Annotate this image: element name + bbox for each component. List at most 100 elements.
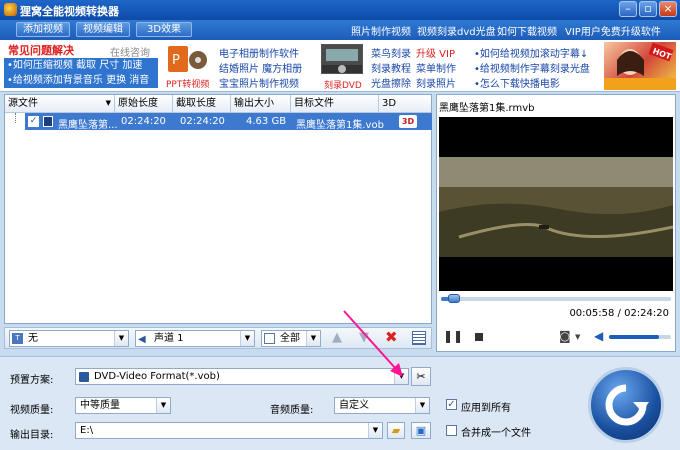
ppt-label[interactable]: PPT转视频 bbox=[166, 77, 209, 90]
link-burn-dvd[interactable]: 视频刻录dvd光盘 bbox=[417, 23, 496, 38]
table-row[interactable]: ✓ 黑鹰坠落第... 02:24:20 02:24:20 4.63 GB 黑鹰坠… bbox=[25, 113, 432, 131]
link-vip-upgrade[interactable]: VIP用户免费升级软件 bbox=[565, 23, 661, 38]
video-quality-label: 视频质量: bbox=[10, 405, 54, 416]
col-header-cut[interactable]: 截取长度 bbox=[173, 95, 231, 113]
3d-effect-button[interactable]: 3D效果 bbox=[136, 22, 193, 37]
burn-tutorial-link[interactable]: 刻录教程 bbox=[371, 60, 411, 75]
hot-badge: HOT bbox=[651, 46, 672, 61]
col-header-3d[interactable]: 3D bbox=[379, 95, 431, 113]
album-link-2[interactable]: 结婚照片 魔方相册 bbox=[219, 60, 302, 75]
preset-label: 预置方案: bbox=[10, 375, 54, 386]
disc-erase-link[interactable]: 光盘擦除 bbox=[371, 75, 411, 90]
row-orig-length: 02:24:20 bbox=[121, 116, 166, 127]
promo-replace-label[interactable]: 更换 bbox=[106, 75, 126, 86]
chevron-down-icon: ▼ bbox=[415, 398, 429, 413]
app-logo-icon bbox=[4, 3, 17, 16]
svg-text:P: P bbox=[172, 53, 180, 68]
subtitle-value: 无 bbox=[28, 333, 38, 344]
ppt-icon[interactable]: P bbox=[166, 44, 210, 76]
toolbar: 添加视频 视频编辑 3D效果 照片制作视频 视频刻录dvd光盘 如何下载视频 V… bbox=[0, 20, 680, 40]
link-download-video[interactable]: 如何下载视频 bbox=[497, 23, 557, 38]
close-button[interactable]: × bbox=[659, 1, 677, 17]
merge-checkbox[interactable] bbox=[446, 425, 457, 436]
app-title: 狸窝全能视频转换器 bbox=[20, 5, 119, 18]
output-dir-label: 输出目录: bbox=[10, 430, 54, 441]
speaker-icon: ◀ bbox=[138, 334, 146, 345]
minimize-button[interactable]: – bbox=[619, 1, 637, 17]
apply-scope-value: 全部 bbox=[280, 333, 300, 344]
merge-label[interactable]: 合并成一个文件 bbox=[461, 424, 531, 439]
sort-arrow-icon: ▼ bbox=[105, 99, 111, 107]
apply-scope-icon bbox=[264, 333, 275, 344]
time-display: 00:05:58 / 02:24:20 bbox=[569, 308, 669, 319]
burn-dvd-label[interactable]: 刻录DVD bbox=[324, 78, 362, 91]
col-header-target[interactable]: 目标文件 bbox=[291, 95, 379, 113]
upgrade-vip-link[interactable]: 升级 VIP bbox=[416, 45, 455, 60]
audio-quality-label: 音频质量: bbox=[270, 405, 314, 416]
volume-fill bbox=[609, 335, 659, 339]
annotation-arrow bbox=[343, 310, 403, 377]
preset-value: DVD-Video Format(*.vob) bbox=[94, 371, 220, 382]
burn-photo-link[interactable]: 刻录照片 bbox=[416, 75, 456, 90]
convert-button[interactable] bbox=[588, 367, 664, 443]
format-icon bbox=[79, 372, 89, 382]
online-consult-link[interactable]: 在线咨询 bbox=[110, 44, 150, 59]
audio-track-dropdown[interactable]: ◀ 声道 1 ▼ bbox=[135, 330, 255, 347]
ad-banner-image[interactable]: HOT bbox=[604, 42, 676, 90]
row-cut-length: 02:24:20 bbox=[180, 116, 225, 127]
chevron-down-icon: ▼ bbox=[368, 423, 382, 438]
chevron-down-icon: ▼ bbox=[114, 331, 128, 346]
add-video-button[interactable]: 添加视频 bbox=[16, 22, 70, 37]
video-quality-dropdown[interactable]: 中等质量 ▼ bbox=[75, 397, 171, 414]
snapshot-camera-icon[interactable]: ◙ bbox=[559, 329, 571, 343]
output-dir-input[interactable]: E:\ ▼ bbox=[75, 422, 383, 439]
row-source-name: 黑鹰坠落第... bbox=[58, 120, 118, 131]
audio-quality-dropdown[interactable]: 自定义 ▼ bbox=[334, 397, 430, 414]
promo-music-label[interactable]: •给视频添加背景音乐 bbox=[7, 75, 103, 86]
album-link-3[interactable]: 宝宝照片制作视频 bbox=[219, 75, 299, 90]
audio-quality-value: 自定义 bbox=[339, 400, 369, 411]
preview-filename: 黑鹰坠落第1集.rmvb bbox=[439, 103, 535, 114]
scroll-subtitle-link[interactable]: •如何给视频加滚动字幕↓ bbox=[474, 45, 588, 60]
apply-all-checkbox[interactable]: ✓ bbox=[446, 399, 457, 410]
dvd-burn-icon[interactable] bbox=[321, 44, 363, 74]
promo-mute-label[interactable]: 消音 bbox=[129, 75, 149, 86]
volume-icon[interactable]: ◀ bbox=[594, 329, 603, 343]
chevron-down-icon: ▼ bbox=[156, 398, 170, 413]
col-header-orig[interactable]: 原始长度 bbox=[115, 95, 173, 113]
film-icon bbox=[43, 116, 53, 127]
row-output-size: 4.63 GB bbox=[246, 116, 287, 127]
preview-panel: 黑鹰坠落第1集.rmvb 00:05:58 / 02:24:20 ❚❚ ◙ ▼ … bbox=[436, 94, 676, 352]
album-link-1[interactable]: 电子相册制作软件 bbox=[219, 45, 299, 60]
col-header-source[interactable]: 源文件 ▼ bbox=[5, 95, 115, 113]
seek-bar[interactable] bbox=[441, 294, 671, 303]
edit-video-button[interactable]: 视频编辑 bbox=[76, 22, 130, 37]
video-frame[interactable] bbox=[439, 117, 674, 291]
3d-badge-icon[interactable]: 3D bbox=[399, 115, 417, 128]
audio-track-value: 声道 1 bbox=[154, 333, 184, 344]
kuaibo-download-link[interactable]: •怎么下载快播电影 bbox=[474, 75, 560, 90]
chevron-down-icon[interactable]: ▼ bbox=[575, 333, 580, 341]
promo-line-compress[interactable]: •如何压缩视频 截取 尺寸 加速 bbox=[4, 58, 158, 73]
video-quality-value: 中等质量 bbox=[80, 400, 120, 411]
open-folder-icon[interactable]: ▣ bbox=[411, 422, 431, 439]
row-checkbox[interactable]: ✓ bbox=[28, 116, 39, 127]
link-photo-video[interactable]: 照片制作视频 bbox=[351, 23, 411, 38]
maximize-button[interactable]: ▫ bbox=[639, 1, 657, 17]
apply-scope-dropdown[interactable]: 全部 ▼ bbox=[261, 330, 321, 347]
promo-line-music[interactable]: •给视频添加背景音乐 更换 消音 bbox=[4, 73, 158, 88]
browse-folder-icon[interactable]: ▰ bbox=[387, 422, 405, 439]
burn-newbie-link[interactable]: 菜鸟刻录 bbox=[371, 45, 411, 60]
col-source-label: 源文件 bbox=[8, 98, 38, 109]
pause-icon[interactable]: ❚❚ bbox=[443, 329, 463, 343]
apply-all-label[interactable]: 应用到所有 bbox=[461, 399, 511, 414]
convert-arrow-icon bbox=[605, 384, 649, 426]
seek-thumb[interactable] bbox=[448, 294, 461, 303]
subtitle-burn-link[interactable]: •给视频制作字幕刻录光盘 bbox=[474, 60, 590, 75]
menu-make-link[interactable]: 菜单制作 bbox=[416, 60, 456, 75]
stop-icon[interactable] bbox=[475, 333, 483, 341]
faq-title[interactable]: 常见问题解决 bbox=[8, 42, 74, 58]
volume-slider[interactable] bbox=[609, 335, 671, 339]
subtitle-dropdown[interactable]: T 无 ▼ bbox=[9, 330, 129, 347]
col-header-size[interactable]: 输出大小 bbox=[231, 95, 291, 113]
